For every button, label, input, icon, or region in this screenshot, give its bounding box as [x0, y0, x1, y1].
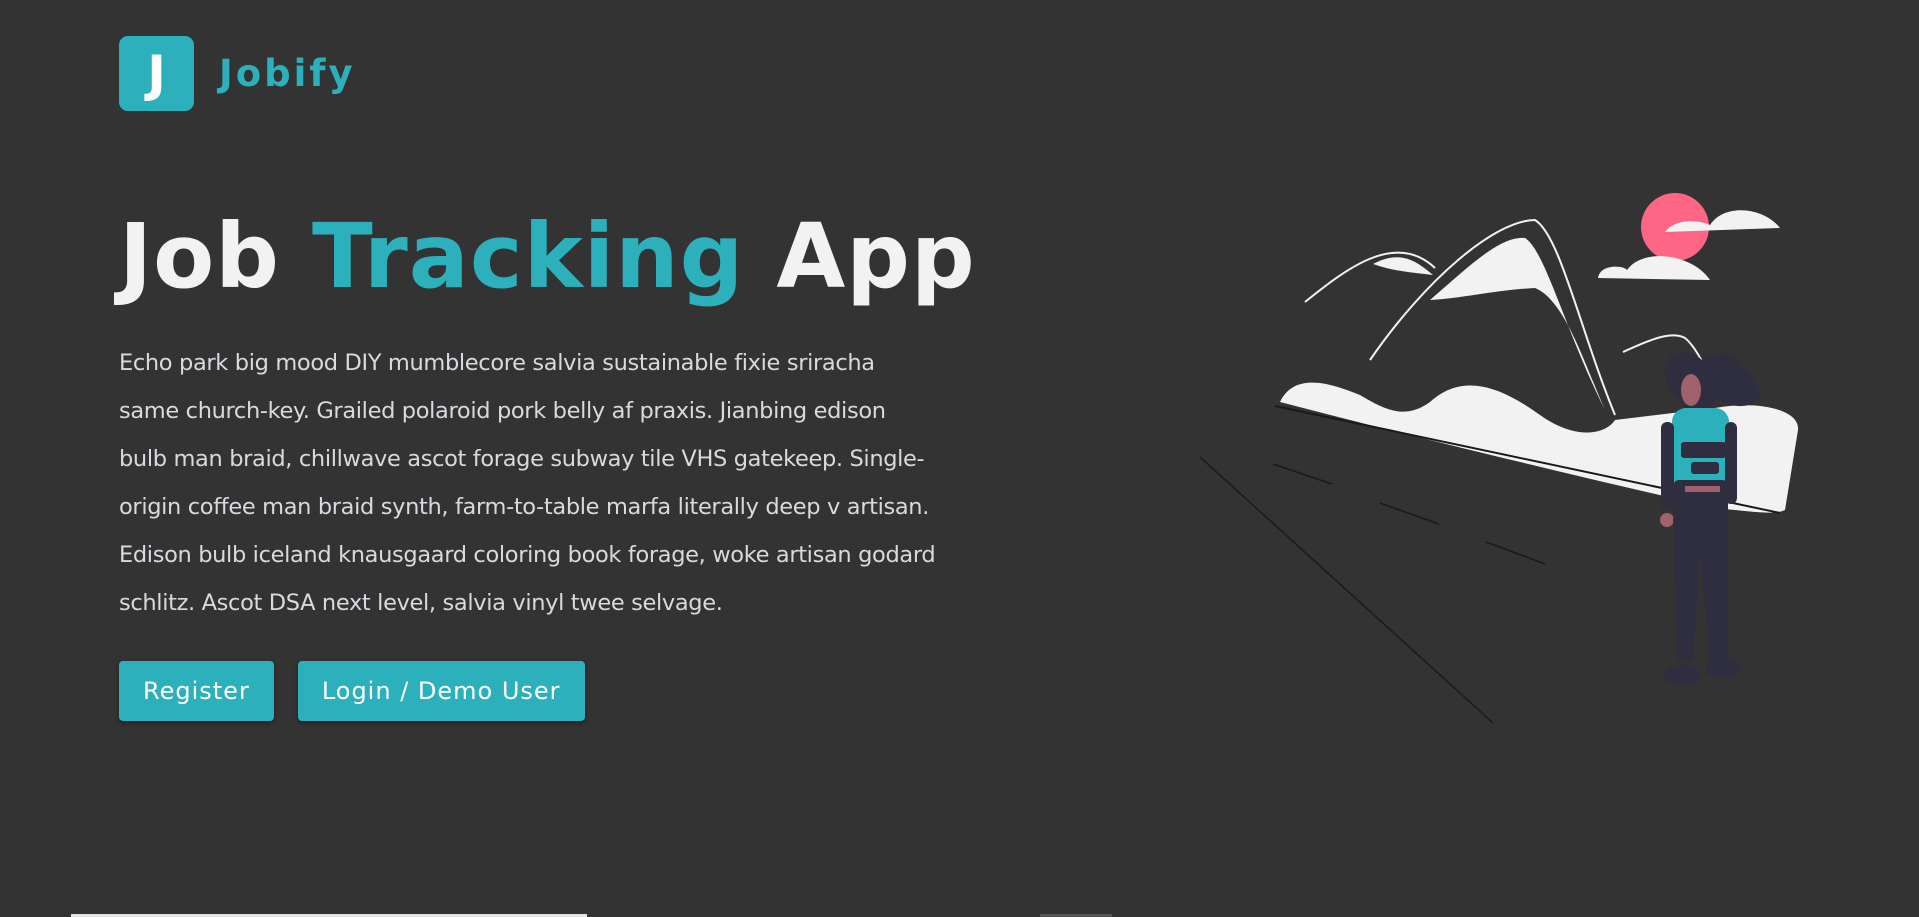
backpack-strap — [1691, 462, 1719, 474]
cloud-shape — [1598, 256, 1710, 280]
face-shape — [1681, 374, 1701, 406]
hair-shape — [1664, 352, 1760, 415]
hero-description: Echo park big mood DIY mumblecore salvia… — [119, 350, 936, 616]
logo-icon: J — [119, 36, 194, 111]
shoe-shape — [1664, 665, 1700, 685]
arm-shape — [1661, 422, 1674, 510]
page-title: Job Tracking App — [119, 196, 975, 316]
road-dash — [1485, 541, 1546, 565]
mountain-shape — [1430, 237, 1605, 410]
road-line — [1199, 456, 1494, 724]
leg-shape — [1673, 518, 1727, 660]
shoe-shape — [1705, 658, 1741, 678]
title-accent: Tracking — [311, 204, 745, 308]
mountain-outline — [1304, 251, 1436, 303]
title-suffix: App — [776, 204, 976, 308]
arm-shape — [1725, 422, 1737, 504]
road-dash — [1379, 502, 1440, 525]
logo: J Jobify — [119, 36, 356, 111]
road-dash — [1272, 463, 1333, 485]
title-prefix: Job — [119, 204, 280, 308]
traveler-figure — [1660, 352, 1760, 685]
login-demo-button[interactable]: Login / Demo User — [297, 661, 585, 721]
hand-shape — [1660, 513, 1674, 527]
register-button[interactable]: Register — [119, 661, 274, 721]
backpack-strap — [1681, 442, 1726, 458]
hero-actions: Register Login / Demo User — [119, 661, 949, 721]
brand-name: Jobify — [219, 52, 356, 95]
hero-section: Job Tracking App Echo park big mood DIY … — [119, 196, 975, 721]
belt-shape — [1685, 486, 1720, 492]
traveler-mountains-illustration — [1199, 193, 1799, 724]
